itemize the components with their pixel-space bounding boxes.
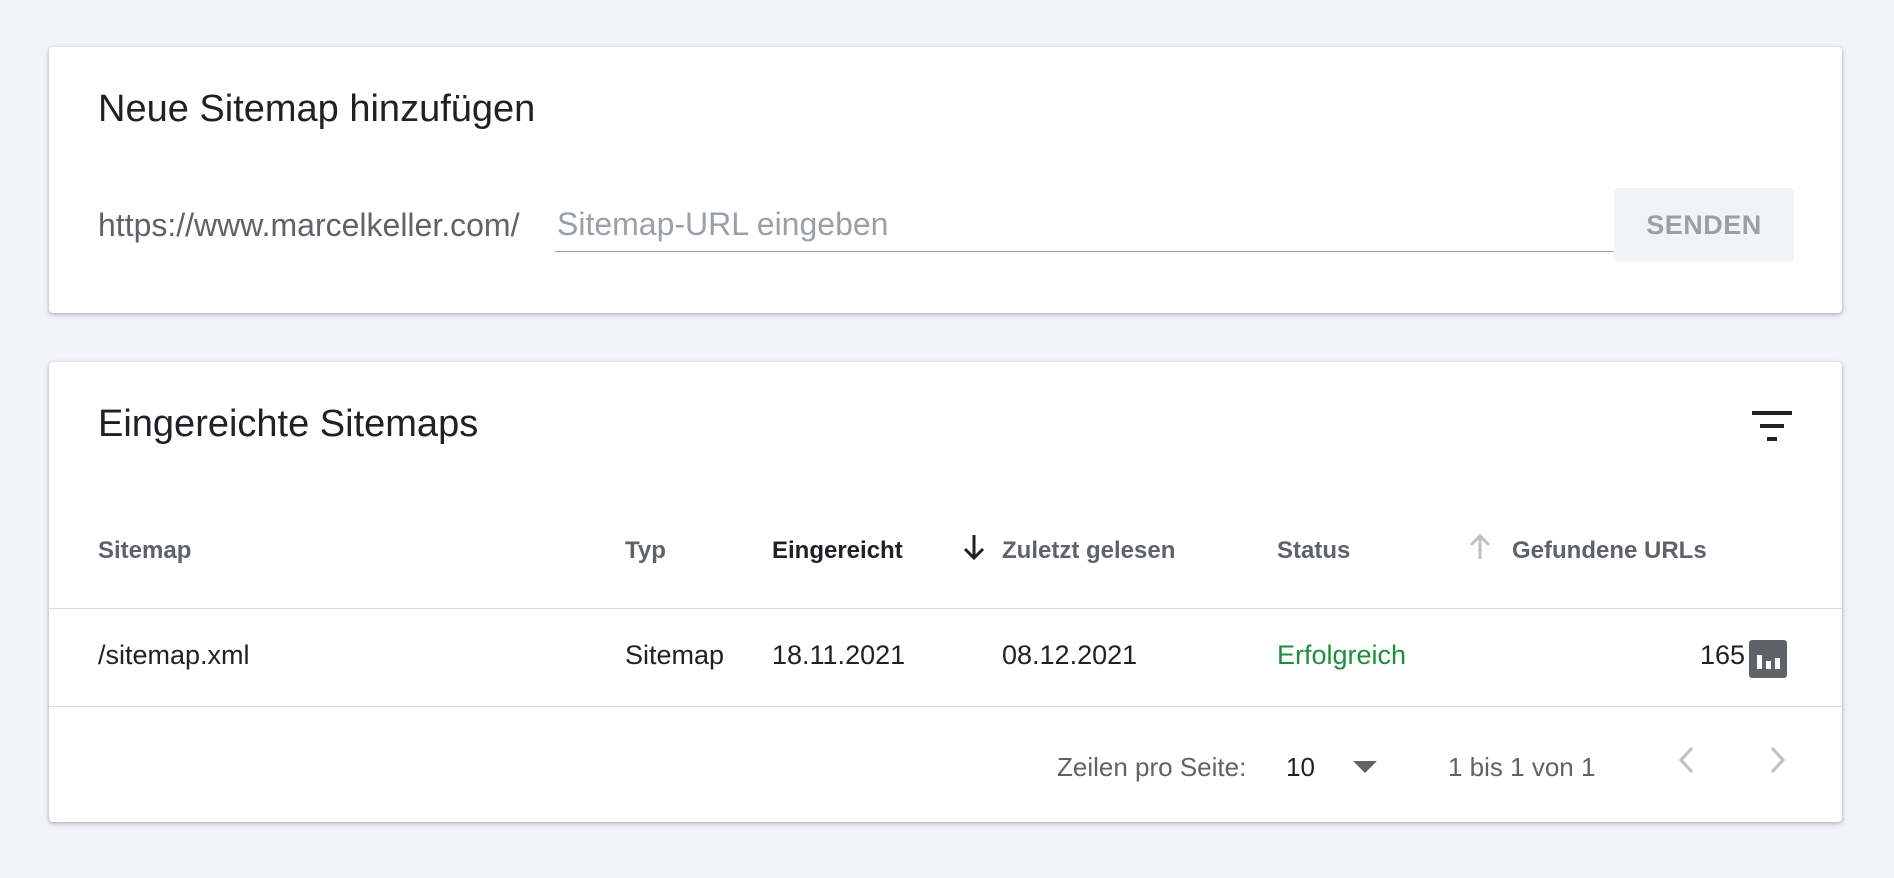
pagination-range: 1 bis 1 von 1	[1448, 752, 1596, 782]
add-sitemap-title: Neue Sitemap hinzufügen	[98, 88, 536, 130]
header-divider	[49, 608, 1842, 609]
chevron-right-icon	[1770, 746, 1786, 774]
arrow-up-icon[interactable]	[1467, 532, 1493, 562]
cell-sitemap[interactable]: /sitemap.xml	[98, 640, 250, 671]
filter-button[interactable]	[1744, 398, 1800, 454]
chevron-left-icon	[1678, 746, 1694, 774]
previous-page-button[interactable]	[1661, 734, 1713, 786]
arrow-down-icon[interactable]	[961, 532, 987, 562]
filter-icon	[1752, 411, 1792, 441]
rows-per-page-value: 10	[1286, 751, 1315, 782]
send-button[interactable]: SENDEN	[1614, 188, 1794, 262]
column-header-sitemap[interactable]: Sitemap	[98, 537, 191, 565]
cell-found-urls: 165	[1699, 640, 1745, 670]
row-divider	[49, 706, 1842, 707]
cell-submitted: 18.11.2021	[772, 640, 906, 670]
column-header-last-read[interactable]: Zuletzt gelesen	[1002, 537, 1175, 565]
submitted-sitemaps-card: Eingereichte Sitemaps Sitemap Typ Einger…	[49, 362, 1842, 822]
submitted-sitemaps-title: Eingereichte Sitemaps	[98, 403, 479, 445]
cell-last-read: 08.12.2021	[1002, 640, 1138, 670]
url-prefix: https://www.marcelkeller.com/	[98, 207, 520, 243]
rows-per-page-label: Zeilen pro Seite:	[1057, 752, 1247, 782]
add-sitemap-card: Neue Sitemap hinzufügen https://www.marc…	[49, 47, 1842, 313]
column-header-type[interactable]: Typ	[625, 537, 666, 565]
cell-status: Erfolgreich	[1277, 640, 1407, 670]
column-header-status[interactable]: Status	[1277, 537, 1350, 565]
sitemap-url-input[interactable]	[555, 197, 1634, 252]
column-header-submitted[interactable]: Eingereicht	[772, 537, 903, 565]
rows-per-page-select[interactable]: 10	[1286, 742, 1386, 792]
bar-chart-icon	[1756, 655, 1780, 669]
next-page-button[interactable]	[1751, 734, 1803, 786]
cell-type: Sitemap	[625, 640, 725, 670]
open-report-button[interactable]	[1749, 640, 1787, 678]
column-header-found-urls[interactable]: Gefundene URLs	[1512, 537, 1707, 565]
dropdown-caret-icon	[1352, 761, 1377, 773]
